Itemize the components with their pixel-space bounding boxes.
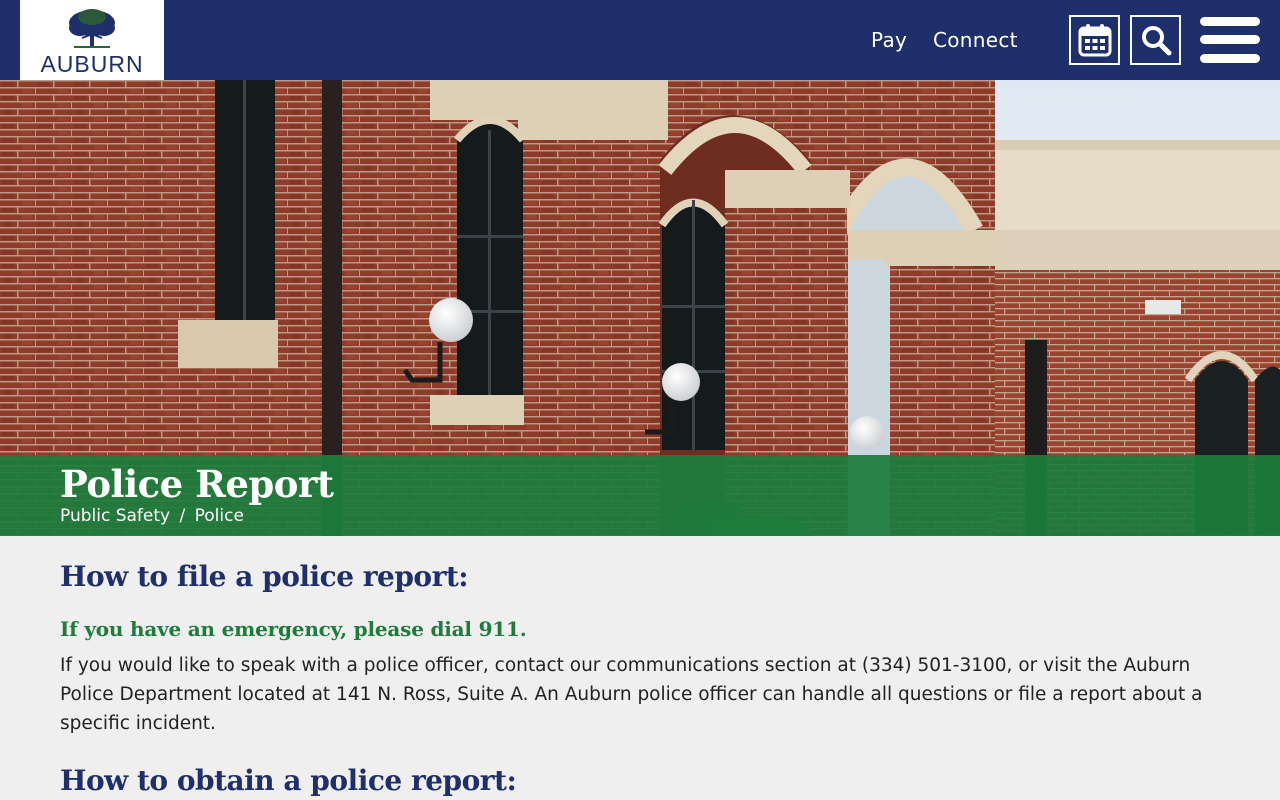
main-content: How to file a police report: If you have… (60, 560, 1220, 797)
breadcrumb-public-safety[interactable]: Public Safety (60, 506, 170, 526)
calendar-icon (1078, 24, 1111, 57)
emergency-notice: If you have an emergency, please dial 91… (60, 617, 527, 641)
logo-text: AUBURN (40, 51, 144, 77)
menu-icon-bar (1200, 54, 1260, 63)
calendar-button[interactable] (1069, 15, 1120, 65)
nav-connect-link[interactable]: Connect (933, 28, 1018, 52)
menu-button[interactable] (1200, 17, 1260, 63)
contact-paragraph: If you would like to speak with a police… (60, 655, 1203, 734)
breadcrumb-separator: / (179, 506, 186, 526)
breadcrumb-police[interactable]: Police (195, 506, 244, 526)
breadcrumb: Public Safety / Police (60, 506, 244, 526)
tree-logo-icon (69, 9, 115, 48)
page-title: Police Report (60, 462, 334, 506)
auburn-logo[interactable]: AUBURN (20, 0, 164, 80)
site-header: AUBURN Pay Connect (0, 0, 1280, 80)
menu-icon-bar (1200, 35, 1260, 44)
obtain-report-heading: How to obtain a police report: (60, 764, 517, 797)
nav-pay-link[interactable]: Pay (871, 28, 907, 52)
file-report-heading: How to file a police report: (60, 560, 469, 593)
menu-icon (1200, 17, 1260, 26)
search-icon (1141, 26, 1171, 56)
search-button[interactable] (1130, 15, 1181, 65)
